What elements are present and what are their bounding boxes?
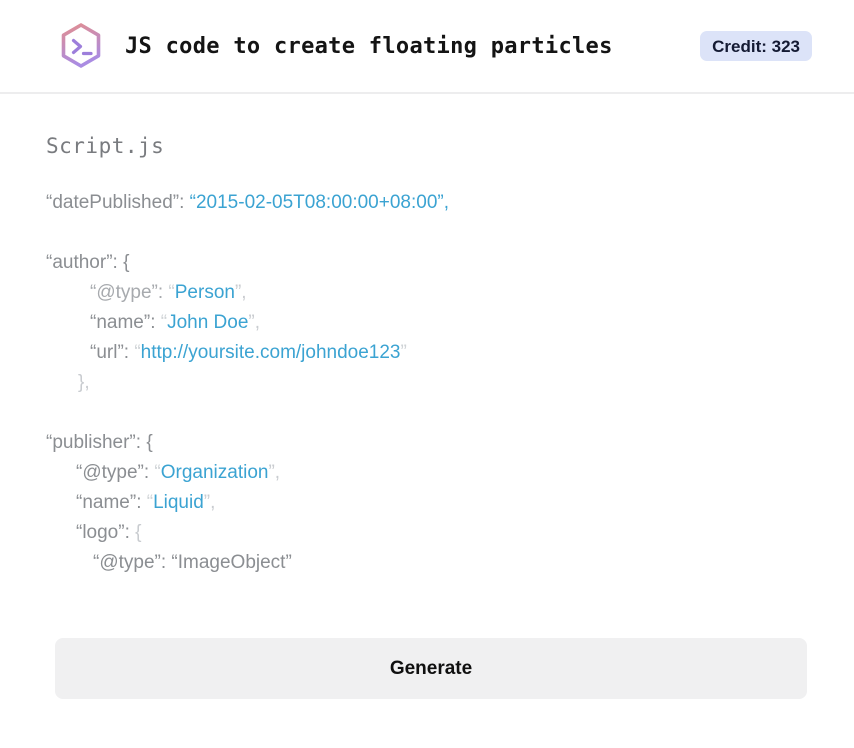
- generate-button[interactable]: Generate: [55, 638, 807, 699]
- code-segment: :: [123, 342, 135, 363]
- code-line: “url”: “http://yoursite.com/johndoe123”: [46, 338, 812, 368]
- app-header: JS code to create floating particles Cre…: [0, 0, 854, 94]
- code-segment: “name”: [76, 492, 137, 513]
- code-segment: ”: [400, 342, 407, 363]
- code-segment: “datePublished”: [46, 192, 180, 213]
- code-segment: },: [78, 372, 90, 393]
- code-segment: :: [136, 492, 147, 513]
- chevron-right-icon: [71, 38, 83, 55]
- code-segment: “@type”: “ImageObject”: [93, 552, 292, 573]
- script-filename: Script.js: [46, 134, 165, 158]
- code-line: “author”: {: [46, 248, 812, 278]
- code-block: “datePublished”: “2015-02-05T08:00:00+08…: [46, 188, 812, 578]
- code-segment: :: [124, 522, 136, 543]
- code-segment: “@type”: [76, 462, 144, 483]
- code-segment: “publisher”: {: [46, 432, 153, 453]
- code-segment: “url”: [90, 342, 124, 363]
- code-segment: “author”: {: [46, 252, 130, 273]
- code-segment: :: [179, 192, 190, 213]
- code-segment: “2015-02-05T08:00:00+08:00”,: [189, 192, 449, 213]
- code-line: “logo”: {: [46, 518, 812, 548]
- code-segment: “@type”: [90, 282, 158, 303]
- code-segment: John Doe: [167, 312, 249, 333]
- code-line: “@type”: “ImageObject”: [46, 548, 812, 578]
- code-segment: ”,: [268, 462, 281, 483]
- code-segment: ”,: [234, 282, 247, 303]
- credit-badge: Credit: 323: [700, 31, 812, 61]
- code-segment: “logo”: [76, 522, 125, 543]
- code-segment: :: [143, 462, 155, 483]
- main-content: Script.js “datePublished”: “2015-02-05T0…: [0, 94, 854, 699]
- code-segment: http://yoursite.com/johndoe123: [140, 342, 401, 363]
- code-segment: ”,: [248, 312, 261, 333]
- code-segment: :: [150, 312, 161, 333]
- code-line: “datePublished”: “2015-02-05T08:00:00+08…: [46, 188, 812, 218]
- terminal-hexagon-icon: [61, 23, 101, 68]
- code-segment: Person: [174, 282, 235, 303]
- code-segment: “name”: [90, 312, 151, 333]
- page-title: JS code to create floating particles: [125, 33, 613, 59]
- code-segment: Liquid: [153, 492, 204, 513]
- code-segment: ”,: [203, 492, 216, 513]
- code-segment: {: [135, 522, 142, 543]
- code-line: “@type”: “Person”,: [46, 278, 812, 308]
- code-line: “name”: “Liquid”,: [46, 488, 812, 518]
- code-line: “name”: “John Doe”,: [46, 308, 812, 338]
- code-line: “@type”: “Organization”,: [46, 458, 812, 488]
- code-segment: :: [157, 282, 169, 303]
- code-line: },: [46, 368, 812, 398]
- code-segment: Organization: [160, 462, 269, 483]
- code-line: “publisher”: {: [46, 428, 812, 458]
